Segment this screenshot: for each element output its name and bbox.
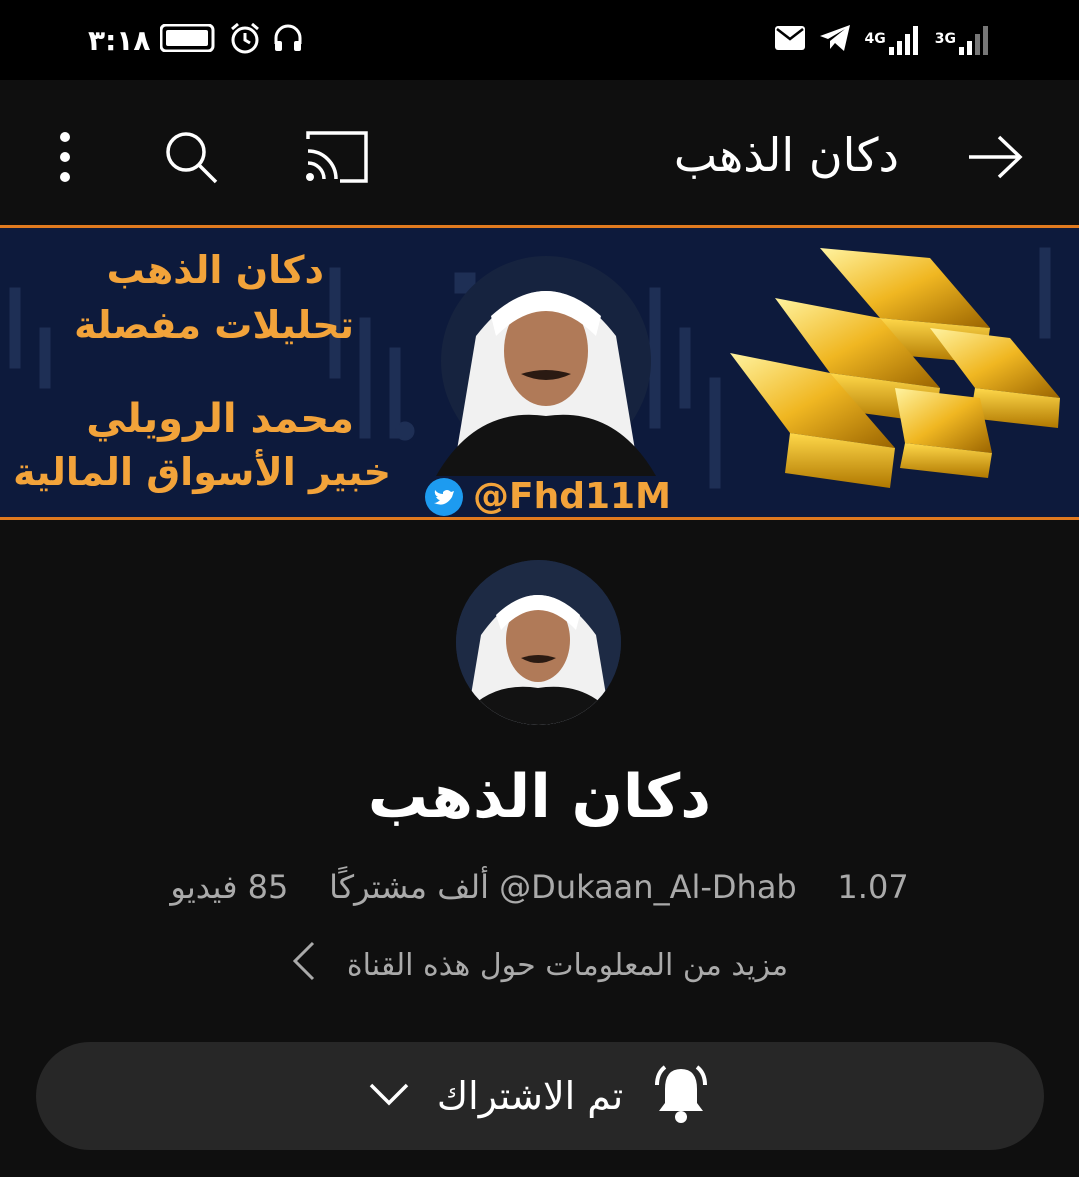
channel-meta: @Dukaan_Al-Dhab 1.07 ألف مشتركًا 85 فيدي… [0, 868, 1079, 906]
status-right: 4G 3G [774, 20, 991, 60]
page-title: دكان الذهب [673, 128, 899, 182]
search-icon[interactable] [156, 122, 226, 192]
telegram-icon [819, 24, 851, 56]
mail-icon [774, 26, 805, 54]
banner-line-2: تحليلات مفصلة [74, 303, 354, 347]
subscribed-label: تم الاشتراك [436, 1074, 624, 1118]
clock: ٣:١٨ [88, 23, 151, 57]
video-count: 85 فيديو [170, 868, 289, 906]
alarm-icon [228, 21, 262, 59]
gold-bars-image [730, 248, 1060, 488]
subscribed-button[interactable]: تم الاشتراك [36, 1042, 1044, 1150]
back-arrow-icon[interactable] [960, 122, 1030, 192]
cast-icon[interactable] [301, 122, 371, 192]
banner-line-4: خبير الأسواق المالية [13, 450, 391, 494]
twitter-icon [425, 477, 463, 516]
banner-twitter-handle: @Fhd11M [425, 476, 671, 517]
top-app-bar: دكان الذهب [0, 80, 1079, 225]
headphones-icon [272, 22, 304, 58]
chevron-down-icon [369, 1082, 409, 1110]
banner-line-1: دكان الذهب [106, 248, 324, 292]
host-portrait [436, 256, 656, 476]
channel-avatar[interactable] [456, 560, 621, 725]
chevron-left-icon [291, 941, 317, 989]
status-bar: ٣:١٨ 4G 3G [0, 0, 1079, 80]
more-vert-icon[interactable] [30, 122, 100, 192]
banner-line-3: محمد الرويلي [86, 396, 354, 442]
status-left: ٣:١٨ [88, 20, 304, 60]
channel-handle: @Dukaan_Al-Dhab [499, 868, 797, 906]
battery-icon [154, 23, 218, 56]
bell-icon [651, 1063, 711, 1129]
signal-3g: 3G [935, 25, 991, 55]
more-info-link[interactable]: مزيد من المعلومات حول هذه القناة [0, 940, 1079, 990]
channel-banner: دكان الذهب تحليلات مفصلة محمد الرويلي خب… [0, 225, 1079, 520]
channel-name: دكان الذهب [367, 762, 712, 832]
signal-4g: 4G [865, 25, 921, 55]
more-info-label: مزيد من المعلومات حول هذه القناة [346, 947, 789, 983]
